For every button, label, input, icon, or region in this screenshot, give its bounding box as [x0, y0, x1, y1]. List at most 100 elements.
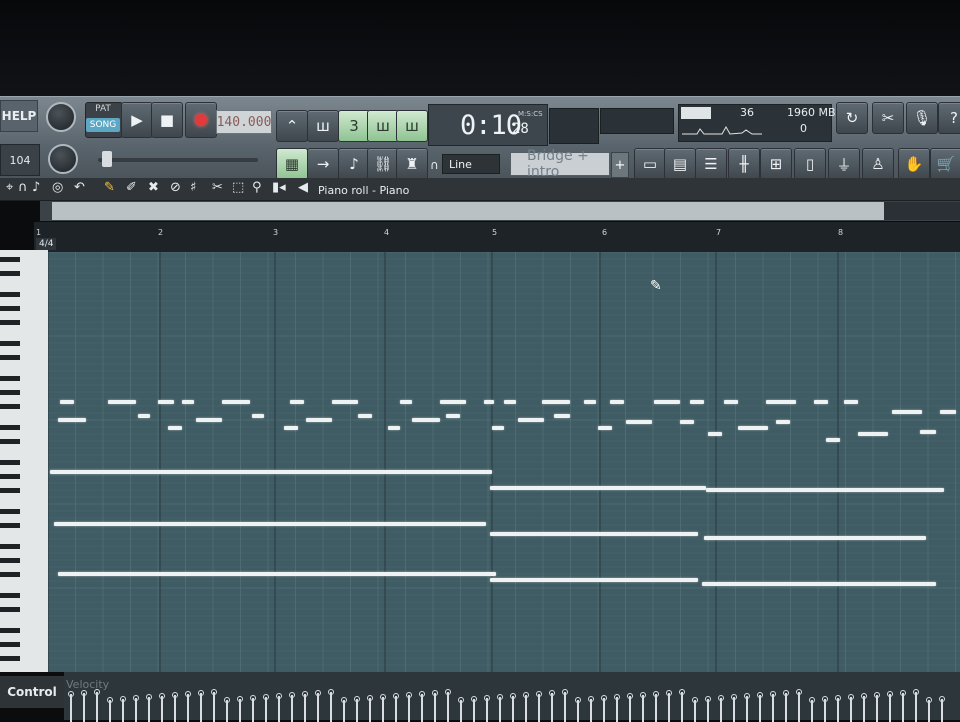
note[interactable] [940, 410, 956, 414]
note[interactable] [738, 426, 768, 430]
velocity-bar[interactable] [913, 689, 919, 722]
note[interactable] [680, 420, 694, 424]
black-key[interactable] [0, 425, 20, 430]
help-button[interactable]: HELP [0, 100, 38, 132]
velocity-bar[interactable] [601, 695, 607, 722]
paint-icon[interactable]: ✐ [126, 180, 137, 195]
master-volume-slider[interactable] [98, 158, 258, 162]
playback-icon[interactable]: ▮◂ [272, 180, 286, 195]
plugin-button[interactable]: ⏚ [828, 148, 860, 180]
note[interactable] [196, 418, 222, 422]
note[interactable] [446, 414, 460, 418]
time-signature[interactable]: 4/4 [36, 238, 57, 250]
velocity-bar[interactable] [627, 693, 633, 722]
black-key[interactable] [0, 355, 20, 360]
record-loop-icon[interactable]: ◎ [52, 180, 63, 195]
velocity-bar[interactable] [302, 691, 308, 722]
arrow-button[interactable]: → [307, 148, 339, 180]
note[interactable] [598, 426, 612, 430]
note[interactable] [826, 438, 840, 442]
velocity-bar[interactable] [562, 689, 568, 722]
note[interactable] [776, 420, 790, 424]
note[interactable] [284, 426, 298, 430]
velocity-bar[interactable] [328, 689, 334, 722]
note[interactable] [58, 572, 496, 576]
speaker-icon[interactable]: ◀ [298, 180, 308, 195]
note[interactable] [60, 400, 74, 404]
project-button[interactable]: ▯ [794, 148, 826, 180]
velocity-bar[interactable] [81, 690, 87, 722]
wait-input-button[interactable]: ш [307, 110, 339, 142]
note[interactable] [58, 418, 86, 422]
note[interactable] [306, 418, 332, 422]
velocity-bars[interactable] [64, 672, 960, 722]
note[interactable] [702, 582, 936, 586]
master-pitch-knob[interactable] [48, 144, 78, 174]
velocity-bar[interactable] [250, 695, 256, 722]
step-sequencer-button[interactable]: ▤ [664, 148, 696, 180]
velocity-bar[interactable] [445, 689, 451, 722]
black-key[interactable] [0, 271, 20, 276]
note[interactable] [222, 400, 250, 404]
note[interactable] [484, 400, 494, 404]
velocity-bar[interactable] [549, 690, 555, 722]
piano-roll-title[interactable]: Piano roll - Piano [318, 184, 409, 197]
note[interactable] [50, 470, 492, 474]
velocity-bar[interactable] [107, 697, 113, 722]
velocity-bar[interactable] [861, 693, 867, 722]
step-seq-button[interactable]: ♪ [338, 148, 370, 180]
velocity-bar[interactable] [744, 693, 750, 722]
note[interactable] [708, 432, 722, 436]
velocity-bar[interactable] [224, 697, 230, 722]
velocity-bar[interactable] [68, 691, 74, 722]
velocity-bar[interactable] [718, 695, 724, 722]
velocity-bar[interactable] [497, 694, 503, 722]
black-key[interactable] [0, 376, 20, 381]
black-key[interactable] [0, 642, 20, 647]
delete-icon[interactable]: ✖ [148, 180, 159, 195]
black-key[interactable] [0, 341, 20, 346]
velocity-bar[interactable] [900, 690, 906, 722]
snap-select[interactable]: Line [442, 154, 500, 174]
note[interactable] [690, 400, 704, 404]
note[interactable] [844, 400, 858, 404]
black-key[interactable] [0, 656, 20, 661]
velocity-bar[interactable] [770, 691, 776, 722]
velocity-bar[interactable] [133, 695, 139, 722]
velocity-bar[interactable] [939, 696, 945, 722]
black-keys[interactable] [0, 250, 48, 672]
velocity-bar[interactable] [120, 696, 126, 722]
scrollbar-thumb[interactable] [52, 202, 884, 220]
metronome-button[interactable]: ⌃ [276, 110, 308, 142]
note[interactable] [358, 414, 372, 418]
velocity-bar[interactable] [276, 693, 282, 722]
velocity-bar[interactable] [783, 690, 789, 722]
countdown-button[interactable]: 3 [338, 110, 370, 142]
velocity-bar[interactable] [432, 690, 438, 722]
note[interactable] [626, 420, 652, 424]
velocity-bar[interactable] [705, 696, 711, 722]
mixer-button[interactable]: ╫ [728, 148, 760, 180]
velocity-bar[interactable] [484, 695, 490, 722]
channel-rack-button[interactable]: ☰ [695, 148, 727, 180]
velocity-bar[interactable] [354, 696, 360, 722]
magnet-icon[interactable]: ⌖ [6, 180, 13, 195]
note[interactable] [332, 400, 358, 404]
velocity-bar[interactable] [172, 692, 178, 722]
velocity-bar[interactable] [731, 694, 737, 722]
velocity-bar[interactable] [198, 690, 204, 722]
note[interactable] [182, 400, 194, 404]
black-key[interactable] [0, 474, 20, 479]
note[interactable] [814, 400, 828, 404]
velocity-bar[interactable] [315, 690, 321, 722]
note[interactable] [290, 400, 304, 404]
stop-button[interactable]: ■ [151, 102, 183, 138]
select-icon[interactable]: ⬚ [232, 180, 244, 195]
black-key[interactable] [0, 292, 20, 297]
note[interactable] [654, 400, 680, 404]
velocity-bar[interactable] [822, 696, 828, 722]
note[interactable] [158, 400, 174, 404]
velocity-bar[interactable] [692, 697, 698, 722]
velocity-bar[interactable] [237, 696, 243, 722]
slip-icon[interactable]: ♯ [190, 180, 196, 195]
